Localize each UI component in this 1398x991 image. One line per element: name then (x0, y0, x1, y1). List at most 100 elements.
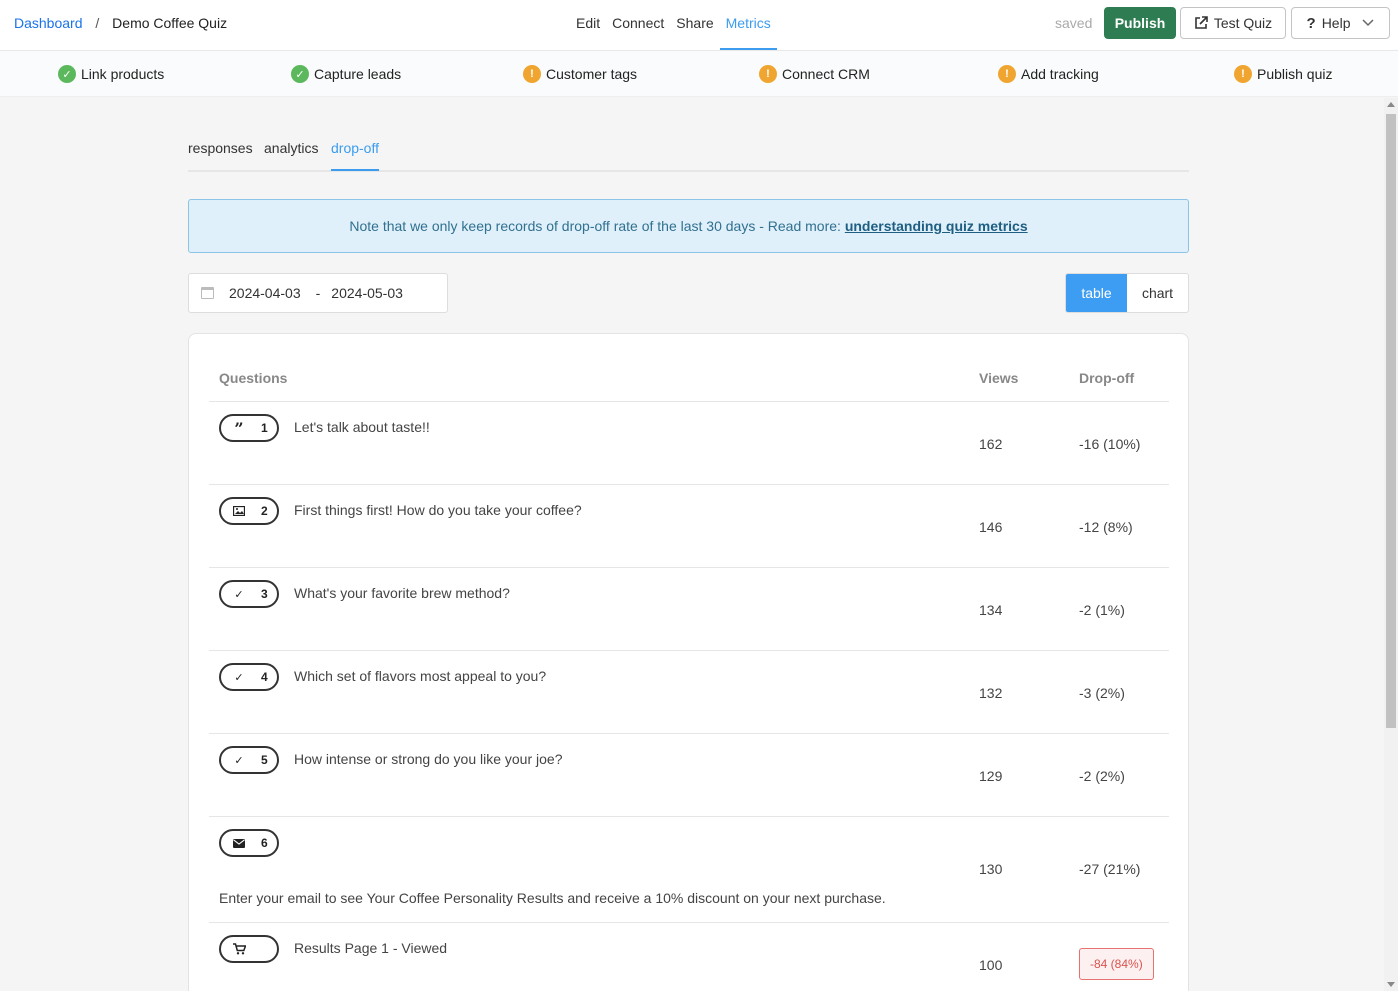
retention-notice: Note that we only keep records of drop-o… (188, 199, 1189, 253)
breadcrumb-dashboard-link[interactable]: Dashboard (14, 15, 83, 31)
checklist-label: Connect CRM (782, 66, 870, 82)
cart-icon (232, 942, 246, 956)
question-text: Which set of flavors most appeal to you? (294, 668, 547, 684)
header-views: Views (979, 370, 1019, 386)
nav-metrics[interactable]: Metrics (719, 0, 777, 50)
nav-share[interactable]: Share (670, 0, 719, 50)
warning-circle-icon: ! (998, 65, 1016, 83)
date-range-picker[interactable]: 2024-04-03 - 2024-05-03 (188, 273, 448, 313)
views-value: 132 (979, 685, 1003, 701)
question-number: 6 (261, 836, 268, 850)
top-bar: Dashboard / Demo Coffee Quiz Edit Connec… (0, 0, 1398, 51)
question-text: How intense or strong do you like your j… (294, 751, 563, 767)
header-dropoff: Drop-off (1079, 370, 1135, 386)
view-toggle: table chart (1065, 273, 1189, 313)
test-quiz-label: Test Quiz (1213, 15, 1273, 31)
dropoff-alert-badge: -84 (84%) (1079, 948, 1154, 980)
scrollbar-thumb[interactable] (1386, 114, 1396, 728)
check-icon: ✓ (234, 754, 244, 767)
question-text: What's your favorite brew method? (294, 585, 510, 601)
question-badge: 2 (219, 497, 279, 525)
checklist-publish-quiz[interactable]: ! Publish quiz (1234, 65, 1333, 83)
dropoff-value: -2 (2%) (1079, 768, 1125, 784)
checklist-capture-leads[interactable]: ✓ Capture leads (291, 65, 401, 83)
dropoff-value: -2 (1%) (1079, 602, 1125, 618)
table-view-button[interactable]: table (1066, 274, 1127, 312)
test-quiz-button[interactable]: Test Quiz (1180, 7, 1286, 39)
question-text: Let's talk about taste!! (294, 419, 430, 435)
checklist-connect-crm[interactable]: ! Connect CRM (759, 65, 870, 83)
question-text: First things first! How do you take your… (294, 502, 582, 518)
question-number: 4 (261, 670, 268, 684)
header-questions: Questions (219, 370, 288, 386)
question-text: Results Page 1 - Viewed (294, 940, 448, 956)
checklist-add-tracking[interactable]: ! Add tracking (998, 65, 1099, 83)
table-row: ✓ 5 How intense or strong do you like yo… (209, 734, 1169, 817)
dropoff-table-card: Questions Views Drop-off ” 1 Let's talk … (188, 333, 1189, 991)
tab-analytics[interactable]: analytics (264, 140, 318, 169)
date-separator: - (315, 285, 321, 301)
question-number: 5 (261, 753, 268, 767)
tab-responses[interactable]: responses (188, 140, 253, 169)
metrics-tabs: responses analytics drop-off (188, 128, 1189, 172)
question-icon: ? (1306, 14, 1316, 32)
calendar-icon (201, 287, 214, 299)
help-button[interactable]: ? Help (1291, 7, 1390, 39)
nav-edit[interactable]: Edit (570, 0, 606, 50)
page-scrollbar[interactable] (1384, 98, 1398, 991)
nav-connect[interactable]: Connect (606, 0, 670, 50)
image-icon (232, 504, 246, 518)
question-badge: ” 1 (219, 414, 279, 442)
check-circle-icon: ✓ (58, 65, 76, 83)
date-end[interactable]: 2024-05-03 (331, 285, 403, 301)
breadcrumb-separator: / (95, 15, 100, 31)
table-row: ✓ 4 Which set of flavors most appeal to … (209, 651, 1169, 734)
check-icon: ✓ (234, 588, 244, 601)
question-number: 3 (261, 587, 268, 601)
checklist-customer-tags[interactable]: ! Customer tags (523, 65, 637, 83)
scroll-up-arrow-icon[interactable] (1387, 102, 1395, 107)
chevron-down-icon (1362, 19, 1375, 27)
views-value: 134 (979, 602, 1003, 618)
table-row: Results Page 1 - Viewed 100 -84 (84%) (209, 923, 1169, 991)
help-label: Help (1321, 15, 1351, 31)
table-row: ✓ 3 What's your favorite brew method? 13… (209, 568, 1169, 651)
warning-circle-icon: ! (1234, 65, 1252, 83)
tab-drop-off[interactable]: drop-off (331, 140, 379, 171)
checklist-label: Add tracking (1021, 66, 1099, 82)
check-circle-icon: ✓ (291, 65, 309, 83)
understanding-metrics-link[interactable]: understanding quiz metrics (845, 218, 1028, 234)
dropoff-value: -3 (2%) (1079, 685, 1125, 701)
checklist-link-products[interactable]: ✓ Link products (58, 65, 164, 83)
dropoff-value: -12 (8%) (1079, 519, 1133, 535)
question-number: 2 (261, 504, 268, 518)
views-value: 162 (979, 436, 1003, 452)
warning-circle-icon: ! (523, 65, 541, 83)
chart-view-button[interactable]: chart (1127, 274, 1188, 312)
warning-circle-icon: ! (759, 65, 777, 83)
table-row: 2 First things first! How do you take yo… (209, 485, 1169, 568)
question-badge: ✓ 3 (219, 580, 279, 608)
question-text: Enter your email to see Your Coffee Pers… (219, 890, 886, 906)
question-badge: 6 (219, 829, 279, 857)
scroll-down-arrow-icon[interactable] (1387, 982, 1395, 987)
question-number: 1 (261, 421, 268, 435)
quote-icon: ” (234, 418, 244, 438)
checklist-label: Customer tags (546, 66, 638, 82)
external-link-icon (1195, 16, 1208, 29)
setup-checklist: ✓ Link products ✓ Capture leads ! Custom… (0, 51, 1398, 97)
notice-text: Note that we only keep records of drop-o… (349, 218, 845, 234)
question-badge: ✓ 5 (219, 746, 279, 774)
views-value: 129 (979, 768, 1003, 784)
views-value: 100 (979, 957, 1003, 973)
checklist-label: Link products (81, 66, 165, 82)
main-nav: Edit Connect Share Metrics (570, 0, 777, 50)
checklist-label: Capture leads (314, 66, 402, 82)
dropoff-value: -16 (10%) (1079, 436, 1141, 452)
check-icon: ✓ (234, 671, 244, 684)
table-row: ” 1 Let's talk about taste!! 162 -16 (10… (209, 402, 1169, 485)
publish-button[interactable]: Publish (1104, 7, 1176, 39)
breadcrumb-current: Demo Coffee Quiz (112, 15, 228, 31)
date-start[interactable]: 2024-04-03 (229, 285, 301, 301)
views-value: 146 (979, 519, 1003, 535)
